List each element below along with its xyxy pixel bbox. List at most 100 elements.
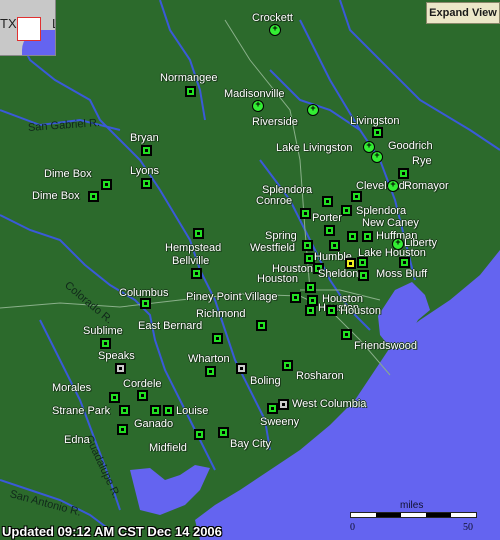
station-label: Rye xyxy=(412,155,432,167)
updated-timestamp: Updated 09:12 AM CST Dec 14 2006 xyxy=(2,524,222,539)
station-marker-green[interactable] xyxy=(341,329,352,340)
weather-station-map[interactable]: TX L Expand View San Gabriel R. Colorado… xyxy=(0,0,500,540)
station-marker-circle[interactable] xyxy=(371,150,383,163)
station-marker-green[interactable] xyxy=(282,360,293,371)
station-marker-circle[interactable] xyxy=(307,103,319,116)
station-marker-green[interactable] xyxy=(141,145,152,156)
station-label: Lake Livingston xyxy=(276,142,353,154)
station-marker-green[interactable] xyxy=(329,240,340,251)
station-label: Sheldon xyxy=(318,268,359,280)
station-label: Lyons xyxy=(130,165,159,177)
station-label: Riverside xyxy=(252,116,298,128)
station-label: Sublime xyxy=(83,325,123,337)
station-label: Bellville xyxy=(172,255,210,267)
station-marker-green[interactable] xyxy=(256,320,267,331)
station-marker-green[interactable] xyxy=(185,86,196,97)
station-marker-green[interactable] xyxy=(399,257,410,268)
station-label: New Caney xyxy=(362,217,419,229)
station-marker-green[interactable] xyxy=(326,305,337,316)
station-marker-circle[interactable] xyxy=(252,99,264,112)
station-marker-green[interactable] xyxy=(101,179,112,190)
scale-bar-graphic xyxy=(350,512,477,518)
station-marker-green[interactable] xyxy=(398,168,409,179)
inset-state-label-right: L xyxy=(52,16,55,31)
station-marker-green[interactable] xyxy=(191,268,202,279)
station-label: Porter xyxy=(312,212,342,224)
station-marker-green[interactable] xyxy=(218,427,229,438)
station-marker-gray[interactable] xyxy=(236,363,247,374)
station-marker-green[interactable] xyxy=(358,270,369,281)
station-label: Houston xyxy=(257,273,298,285)
station-label: Crockett xyxy=(252,12,293,24)
station-label: Houston xyxy=(340,305,381,317)
scale-max: 50 xyxy=(463,522,473,533)
station-marker-circle[interactable] xyxy=(387,179,399,192)
station-marker-green[interactable] xyxy=(300,208,311,219)
station-marker-green[interactable] xyxy=(119,405,130,416)
station-marker-gray[interactable] xyxy=(115,363,126,374)
station-marker-green[interactable] xyxy=(194,429,205,440)
station-marker-green[interactable] xyxy=(117,424,128,435)
station-label: Dime Box xyxy=(32,190,80,202)
station-marker-green[interactable] xyxy=(140,298,151,309)
station-marker-green[interactable] xyxy=(302,240,313,251)
station-marker-green[interactable] xyxy=(109,392,120,403)
station-marker-gray[interactable] xyxy=(278,399,289,410)
station-label: Cordele xyxy=(123,378,162,390)
station-marker-green[interactable] xyxy=(150,405,161,416)
station-marker-green[interactable] xyxy=(267,403,278,414)
station-label: Midfield xyxy=(149,442,187,454)
station-label: Friendswood xyxy=(354,340,417,352)
station-marker-green[interactable] xyxy=(163,405,174,416)
station-marker-green[interactable] xyxy=(137,390,148,401)
station-marker-green[interactable] xyxy=(347,231,358,242)
station-marker-green[interactable] xyxy=(372,127,383,138)
station-label: Bay City xyxy=(230,438,271,450)
station-label: Richmond xyxy=(196,308,246,320)
station-label: Louise xyxy=(176,405,209,417)
station-label: Edna xyxy=(64,434,90,446)
inset-view-box xyxy=(17,17,41,41)
station-label: Spring xyxy=(265,230,297,242)
station-marker-green[interactable] xyxy=(212,333,223,344)
scale-min: 0 xyxy=(350,522,355,533)
station-label: Bryan xyxy=(130,132,159,144)
station-marker-green[interactable] xyxy=(205,366,216,377)
station-label: Goodrich xyxy=(388,140,433,152)
station-label: Lake Houston xyxy=(358,247,426,259)
station-label: Strane Park xyxy=(52,405,111,417)
station-label: Sweeny xyxy=(260,416,300,428)
station-label: Madisonville xyxy=(224,88,285,100)
station-marker-green[interactable] xyxy=(88,191,99,202)
station-marker-circle[interactable] xyxy=(269,23,281,36)
station-marker-green[interactable] xyxy=(305,282,316,293)
station-label: Speaks xyxy=(98,350,135,362)
station-label: Rosharon xyxy=(296,370,344,382)
station-marker-green[interactable] xyxy=(341,205,352,216)
station-marker-green[interactable] xyxy=(324,225,335,236)
matagorda-bay xyxy=(130,465,210,515)
scale-bar: miles 0 50 xyxy=(350,500,477,536)
station-label: East Bernard xyxy=(138,320,203,332)
station-label: Livingston xyxy=(350,115,400,127)
station-label: Wharton xyxy=(188,353,230,365)
expand-view-button[interactable]: Expand View xyxy=(426,2,500,24)
station-marker-green[interactable] xyxy=(305,305,316,316)
station-label: Ganado xyxy=(134,418,174,430)
station-label: Dime Box xyxy=(44,168,92,180)
inset-state-label: TX xyxy=(0,16,17,31)
station-marker-green[interactable] xyxy=(193,228,204,239)
station-label: Splendora xyxy=(356,205,407,217)
station-label: West Columbia xyxy=(292,398,367,410)
scale-unit: miles xyxy=(400,500,424,511)
station-label: Boling xyxy=(250,375,281,387)
station-marker-green[interactable] xyxy=(100,338,111,349)
locator-inset-map[interactable]: TX L xyxy=(0,0,56,56)
station-marker-green[interactable] xyxy=(141,178,152,189)
station-label: Normangee xyxy=(160,72,218,84)
station-label: Conroe xyxy=(256,195,293,207)
station-marker-green[interactable] xyxy=(351,191,362,202)
station-marker-green[interactable] xyxy=(362,231,373,242)
station-marker-green[interactable] xyxy=(322,196,333,207)
station-marker-green[interactable] xyxy=(290,292,301,303)
